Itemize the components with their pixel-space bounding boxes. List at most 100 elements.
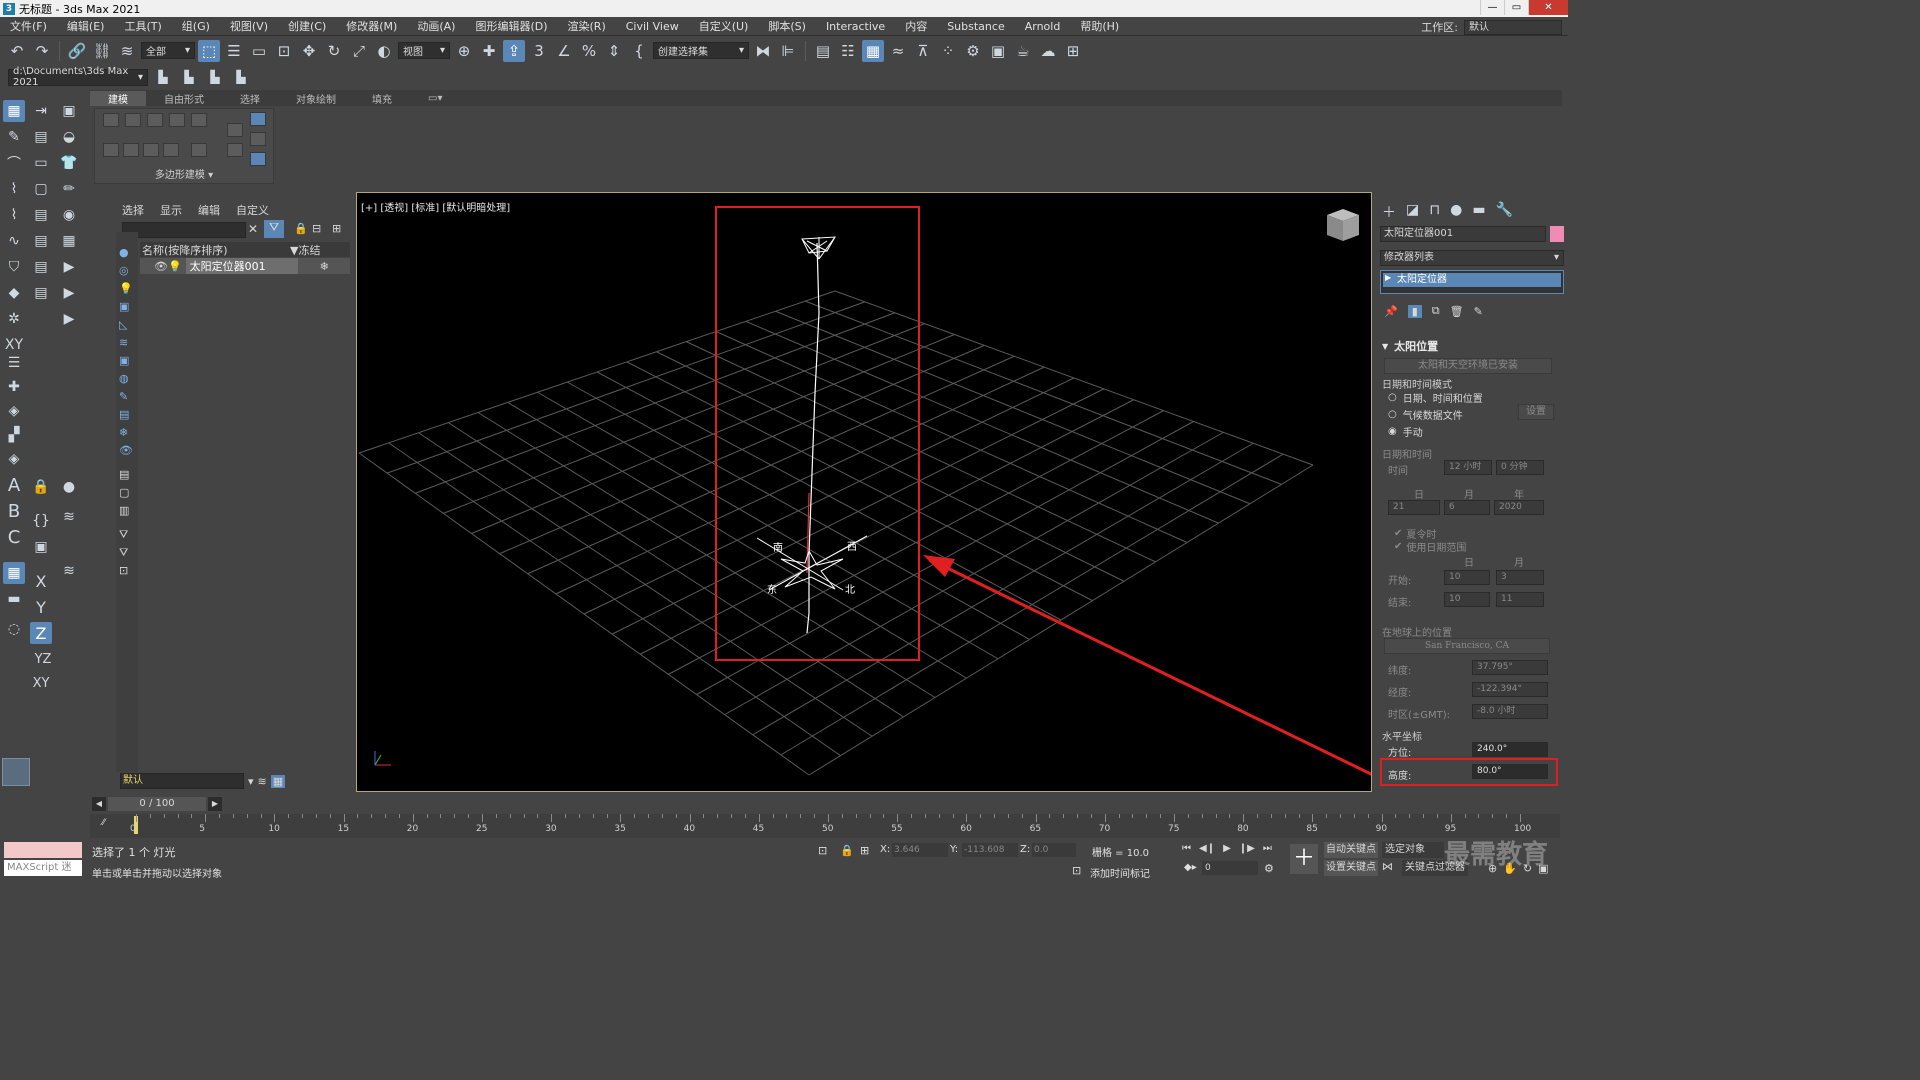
fill-icon[interactable]: ◒ <box>58 126 80 148</box>
grid-4-icon[interactable]: ▦ <box>3 562 25 584</box>
scene-explorer-icon[interactable]: ▤ <box>812 40 834 62</box>
menu-rendering[interactable]: 渲染(R) <box>558 18 616 34</box>
modifier-stack-item[interactable]: 太阳定位器 <box>1383 273 1561 287</box>
hour-spinner[interactable]: 12 小时 <box>1444 460 1492 475</box>
modifier-list-dropdown[interactable]: 修改器列表 ▾ <box>1380 250 1564 266</box>
import-icon[interactable]: ⇥ <box>30 100 52 122</box>
pin-stack-icon[interactable]: 📌 <box>1384 305 1398 318</box>
create-tab-icon[interactable]: ＋ <box>1382 202 1396 222</box>
time-slider[interactable]: ◀ 0 / 100 ▶ <box>90 796 1560 812</box>
ribbon-tab-populate[interactable]: 填充 <box>354 91 410 106</box>
selection-filter-dropdown[interactable]: 全部 ▾ <box>141 42 195 59</box>
quick-slice-icon[interactable] <box>227 143 243 157</box>
filter-geometry-icon[interactable]: ● <box>119 246 129 259</box>
city-button[interactable]: San Francisco, CA <box>1384 638 1550 654</box>
mode-datetime-option[interactable]: ○ 日期、时间和位置 <box>1388 390 1483 405</box>
add-icon[interactable]: ✚ <box>3 376 25 398</box>
track-bar[interactable]: ⁄⁄ 0 5 10 15 20 25 30 35 40 45 50 55 60 65 70 75 80 85 90 9… <box>90 814 1560 838</box>
border-icon[interactable] <box>147 113 163 127</box>
lock-icon[interactable]: 🔒 <box>30 476 52 498</box>
tile-4-icon[interactable]: ▤ <box>30 282 52 304</box>
ribbon-options-icon[interactable]: ▭▾ <box>410 93 460 104</box>
sync-icon[interactable]: ⊡ <box>119 564 128 577</box>
move-icon[interactable]: ✥ <box>298 40 320 62</box>
utilities-tab-icon[interactable]: 🔧 <box>1496 202 1513 222</box>
workspace-dropdown[interactable]: 默认 <box>1464 19 1562 35</box>
next-key-icon[interactable]: ❙▶ <box>1239 843 1255 854</box>
time-slider-thumb[interactable]: 0 / 100 <box>108 797 206 811</box>
prev-frame-icon[interactable]: ◀ <box>92 797 106 811</box>
select-by-name-icon[interactable]: ☰ <box>223 40 245 62</box>
menu-customize[interactable]: 自定义(U) <box>689 18 759 34</box>
shirt-icon[interactable]: 👕 <box>58 152 80 174</box>
sphere-icon[interactable]: ● <box>58 476 80 498</box>
perspective-viewport[interactable]: [+] [透视] [标准] [默认明暗处理] 南 西 东 北 <box>356 192 1372 792</box>
selection-lock-icon[interactable]: 🔒 <box>840 844 854 857</box>
ruler-icon[interactable]: ▬ <box>3 588 25 610</box>
vertex-icon[interactable] <box>103 113 119 127</box>
scene-row[interactable]: 👁 💡 太阳定位器001 ❄ <box>140 258 350 274</box>
select-object-icon[interactable]: ⬚ <box>198 39 220 62</box>
scene-explorer-mode-icon[interactable]: ▦ <box>270 774 286 788</box>
named-selection-dropdown[interactable]: 创建选择集 ▾ <box>653 42 749 59</box>
key-mode-icon[interactable]: ◆▸ <box>1184 862 1197 873</box>
polygon-icon[interactable] <box>169 113 185 127</box>
curve-editor-icon[interactable]: ≈ <box>887 40 909 62</box>
ribbon-tab-object-paint[interactable]: 对象绘制 <box>278 91 354 106</box>
modify-mode-icon[interactable] <box>227 123 243 137</box>
keyboard-shortcut-override-icon[interactable]: ⇪ <box>503 39 525 62</box>
menu-animation[interactable]: 动画(A) <box>407 18 465 34</box>
shape-icon[interactable]: ◆ <box>3 282 25 304</box>
axis-yz-icon[interactable]: YZ <box>30 648 56 670</box>
explorer-search-input[interactable] <box>122 222 246 238</box>
brace-icon[interactable]: {} <box>30 510 52 532</box>
ribbon-tab-freeform[interactable]: 自由形式 <box>146 91 222 106</box>
filter-frozen-icon[interactable]: ❄ <box>119 426 128 439</box>
layer-stack-icon[interactable]: ☰ <box>3 352 25 374</box>
use-soft-selection-icon[interactable] <box>103 143 119 157</box>
edge-icon[interactable] <box>125 113 141 127</box>
project-recent-icon[interactable]: ▙ <box>230 66 252 88</box>
menu-content[interactable]: 内容 <box>895 18 937 34</box>
filter-invert-icon[interactable]: ▥ <box>119 504 129 517</box>
link-icon[interactable]: 🔗 <box>66 40 88 62</box>
view-cube[interactable] <box>1327 209 1359 241</box>
menu-civil-view[interactable]: Civil View <box>616 20 689 33</box>
minimize-icon[interactable]: — <box>1480 0 1504 15</box>
repeat-last-icon[interactable] <box>163 143 179 157</box>
configure-sets-icon[interactable]: ✎ <box>1474 305 1483 318</box>
project-open-icon[interactable]: ▙ <box>204 66 226 88</box>
edit-named-selection-icon[interactable]: { <box>628 40 650 62</box>
menu-graph-editors[interactable]: 图形编辑器(D) <box>465 18 557 34</box>
window-crossing-icon[interactable]: ⊡ <box>273 40 295 62</box>
layers-icon[interactable]: ◈ <box>3 400 25 422</box>
menu-edit[interactable]: 编辑(E) <box>57 18 115 34</box>
filter-helpers-icon[interactable]: ◺ <box>119 318 127 331</box>
modify-tab-icon[interactable]: ◪ <box>1406 202 1419 222</box>
render-cloud-icon[interactable]: ☁ <box>1037 40 1059 62</box>
visibility-eye-icon[interactable]: 👁 <box>154 260 168 273</box>
filter-lights-icon[interactable]: 💡 <box>119 282 133 295</box>
sun-light-icon[interactable] <box>801 236 836 260</box>
tile-icon[interactable]: ▤ <box>30 204 52 226</box>
radio-on-icon[interactable]: ◉ <box>1388 426 1397 437</box>
previous-key-icon[interactable]: ◀❙ <box>1199 843 1215 854</box>
layer-mode-icon[interactable]: ⊞ <box>332 222 341 235</box>
clear-search-icon[interactable]: ✕ <box>248 222 258 236</box>
align-icon[interactable]: ⊫ <box>777 40 799 62</box>
menu-arnold[interactable]: Arnold <box>1015 20 1071 33</box>
check-icon[interactable]: ✔ <box>1394 541 1402 552</box>
tile-5-icon[interactable]: ▶ <box>58 282 80 304</box>
save-icon[interactable]: ▣ <box>30 536 52 558</box>
collapse-stack-icon[interactable] <box>191 143 207 157</box>
filter-xrefs-icon[interactable]: ◍ <box>119 372 129 385</box>
paint-brush-icon[interactable]: ✎ <box>3 126 25 148</box>
menu-scripting[interactable]: 脚本(S) <box>758 18 816 34</box>
shield-icon[interactable]: ⛉ <box>3 256 25 278</box>
bind-space-warp-icon[interactable]: ≋ <box>116 40 138 62</box>
longitude-spinner[interactable]: -122.394° <box>1472 682 1548 697</box>
key-target-dropdown[interactable]: 选定对象 <box>1382 842 1444 858</box>
preserve-uvs-icon[interactable] <box>123 143 139 157</box>
maxscript-input[interactable]: MAXScript 迷 <box>4 860 82 876</box>
brush-icon[interactable]: ▤ <box>30 126 52 148</box>
